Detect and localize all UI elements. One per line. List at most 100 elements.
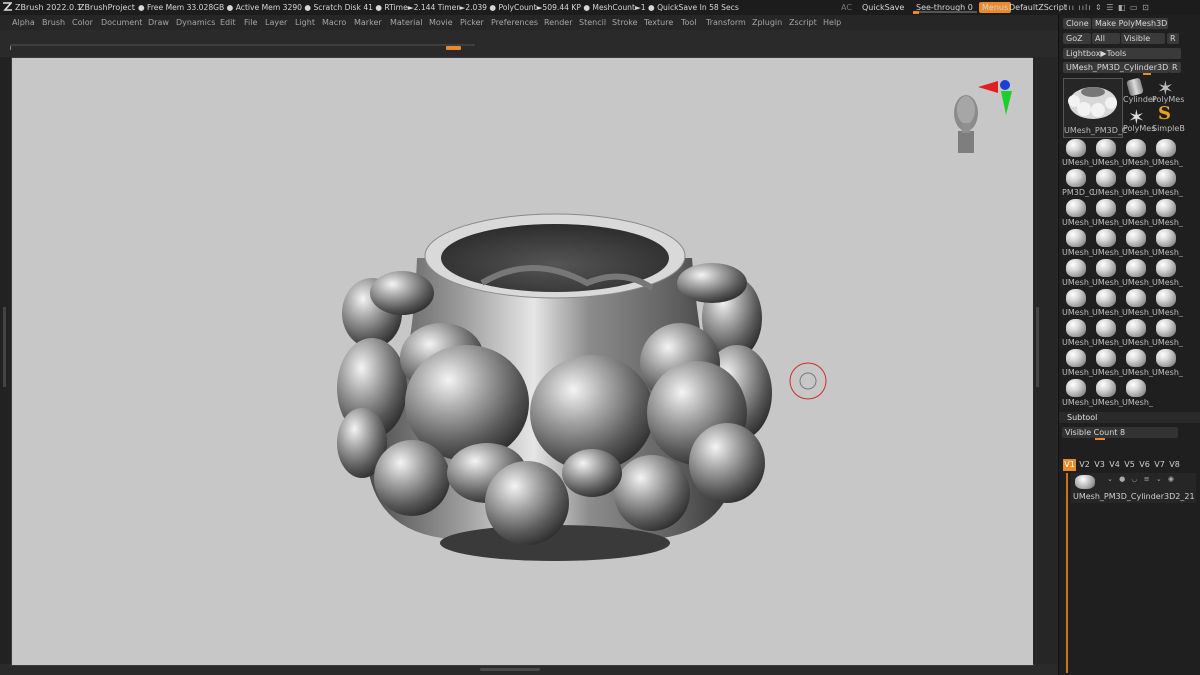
subtool-visibility-icons[interactable]: ⌄ ● ◡ ≡ ⌄ ◉ bbox=[1107, 475, 1176, 483]
viewport-canvas[interactable] bbox=[11, 57, 1034, 666]
subtool-header[interactable]: Subtool bbox=[1059, 412, 1200, 423]
version-button-v5[interactable]: V5 bbox=[1123, 459, 1136, 471]
menu-texture[interactable]: Texture bbox=[644, 18, 673, 27]
version-button-v8[interactable]: V8 bbox=[1168, 459, 1181, 471]
tool-thumb[interactable]: UMesh_ bbox=[1062, 137, 1093, 167]
goz-button[interactable]: GoZ bbox=[1063, 33, 1091, 44]
tool-thumb[interactable]: UMesh_ bbox=[1062, 287, 1093, 317]
visible-button[interactable]: Visible bbox=[1121, 33, 1165, 44]
r-button[interactable]: R bbox=[1167, 33, 1179, 44]
menu-movie[interactable]: Movie bbox=[429, 18, 453, 27]
all-button[interactable]: All bbox=[1092, 33, 1120, 44]
clone-button[interactable]: Clone bbox=[1063, 18, 1091, 29]
tool-thumb[interactable]: UMesh_ bbox=[1122, 377, 1153, 407]
main-tool-thumbnail[interactable]: UMesh_PM3D_C bbox=[1063, 78, 1127, 138]
tool-thumb[interactable]: UMesh_ bbox=[1092, 287, 1123, 317]
lightbox-tools-button[interactable]: Lightbox▶Tools bbox=[1063, 48, 1181, 59]
quicksave-button[interactable]: QuickSave bbox=[862, 3, 904, 12]
tool-thumb[interactable]: UMesh_ bbox=[1122, 317, 1153, 347]
tool-thumb[interactable]: UMesh_ bbox=[1062, 257, 1093, 287]
tool-thumb[interactable]: UMesh_ bbox=[1062, 197, 1093, 227]
menu-draw[interactable]: Draw bbox=[148, 18, 169, 27]
menu-picker[interactable]: Picker bbox=[460, 18, 484, 27]
tool-thumb[interactable]: UMesh_ bbox=[1122, 197, 1153, 227]
version-button-v2[interactable]: V2 bbox=[1078, 459, 1091, 471]
tool-thumb[interactable]: PM3D_C bbox=[1062, 167, 1094, 197]
tool-thumb[interactable]: UMesh_ bbox=[1092, 197, 1123, 227]
tool-thumb[interactable]: UMesh_ bbox=[1092, 257, 1123, 287]
version-button-v3[interactable]: V3 bbox=[1093, 459, 1106, 471]
menu-stencil[interactable]: Stencil bbox=[579, 18, 606, 27]
tool-thumb[interactable]: UMesh_ bbox=[1122, 347, 1153, 377]
subtool-item[interactable]: ⌄ ● ◡ ≡ ⌄ ◉ UMesh_PM3D_Cylinder3D2_21 bbox=[1071, 473, 1196, 503]
version-button-v1[interactable]: V1 bbox=[1063, 459, 1076, 471]
tool-thumb[interactable]: UMesh_ bbox=[1122, 227, 1153, 257]
tool-thumb[interactable]: UMesh_ bbox=[1152, 347, 1183, 377]
current-tool-slider[interactable]: UMesh_PM3D_Cylinder3D2_2 bbox=[1063, 62, 1169, 73]
tool-thumb[interactable]: UMesh_ bbox=[1092, 377, 1123, 407]
make-polymesh-button[interactable]: Make PolyMesh3D bbox=[1092, 18, 1168, 29]
menu-file[interactable]: File bbox=[244, 18, 257, 27]
bottom-tray-handle[interactable] bbox=[480, 668, 540, 671]
tool-thumb[interactable]: UMesh_ bbox=[1152, 227, 1183, 257]
menu-dynamics[interactable]: Dynamics bbox=[176, 18, 215, 27]
tool-thumb[interactable]: UMesh_ bbox=[1062, 317, 1093, 347]
left-tray[interactable] bbox=[0, 57, 11, 664]
right-tray[interactable] bbox=[1033, 57, 1057, 664]
menu-render[interactable]: Render bbox=[544, 18, 572, 27]
menu-layer[interactable]: Layer bbox=[265, 18, 287, 27]
menu-help[interactable]: Help bbox=[823, 18, 841, 27]
tool-thumb[interactable]: UMesh_ bbox=[1092, 317, 1123, 347]
tool-thumb[interactable]: UMesh_ bbox=[1152, 167, 1183, 197]
visible-count-slider[interactable]: Visible Count 8 bbox=[1062, 427, 1178, 438]
tool-thumb[interactable]: UMesh_ bbox=[1152, 317, 1183, 347]
shelf-scroll-marker[interactable] bbox=[446, 46, 461, 50]
menu-color[interactable]: Color bbox=[72, 18, 93, 27]
version-button-v7[interactable]: V7 bbox=[1153, 459, 1166, 471]
menu-edit[interactable]: Edit bbox=[220, 18, 236, 27]
window-controls-icon[interactable]: ⁞ıı ıılı ⇕ ☰ ◧ ▭ ⊡ bbox=[1065, 3, 1150, 12]
polymesh-star-thumb-2[interactable]: ✶ PolyMes bbox=[1123, 105, 1155, 135]
tool-thumb[interactable]: UMesh_ bbox=[1152, 137, 1183, 167]
polymesh-star-thumb[interactable]: ✶ PolyMes bbox=[1152, 76, 1184, 106]
menu-alpha[interactable]: Alpha bbox=[12, 18, 35, 27]
tool-thumb[interactable]: UMesh_ bbox=[1122, 167, 1153, 197]
see-through-track[interactable] bbox=[913, 11, 977, 14]
menu-macro[interactable]: Macro bbox=[322, 18, 346, 27]
project-name[interactable]: ZBrushProject bbox=[79, 3, 135, 12]
tool-thumb[interactable]: UMesh_ bbox=[1152, 287, 1183, 317]
menu-transform[interactable]: Transform bbox=[706, 18, 746, 27]
menu-light[interactable]: Light bbox=[295, 18, 315, 27]
tool-thumb[interactable]: UMesh_ bbox=[1122, 137, 1153, 167]
cylinder-thumb[interactable]: Cylinder bbox=[1123, 77, 1156, 106]
tool-thumb[interactable]: UMesh_ bbox=[1152, 257, 1183, 287]
version-button-v6[interactable]: V6 bbox=[1138, 459, 1151, 471]
tool-thumb[interactable]: UMesh_ bbox=[1062, 227, 1093, 257]
menu-document[interactable]: Document bbox=[101, 18, 142, 27]
simplebrush-thumb[interactable]: S SimpleB bbox=[1152, 103, 1185, 135]
tool-thumb[interactable]: UMesh_ bbox=[1092, 347, 1123, 377]
menu-material[interactable]: Material bbox=[390, 18, 423, 27]
menus-toggle[interactable]: Menus bbox=[979, 2, 1012, 13]
default-zscript-button[interactable]: DefaultZScript bbox=[1009, 3, 1067, 12]
tool-thumb[interactable]: UMesh_ bbox=[1122, 287, 1153, 317]
menu-marker[interactable]: Marker bbox=[354, 18, 382, 27]
version-button-v4[interactable]: V4 bbox=[1108, 459, 1121, 471]
menu-tool[interactable]: Tool bbox=[681, 18, 697, 27]
tool-thumb[interactable]: UMesh_ bbox=[1092, 137, 1123, 167]
menu-zscript[interactable]: Zscript bbox=[789, 18, 817, 27]
left-tray-handle[interactable] bbox=[3, 307, 6, 387]
current-r-button[interactable]: R bbox=[1169, 62, 1181, 73]
tool-thumb[interactable]: UMesh_ bbox=[1062, 347, 1093, 377]
tool-thumb[interactable]: UMesh_ bbox=[1092, 227, 1123, 257]
tool-thumb[interactable]: UMesh_ bbox=[1122, 257, 1153, 287]
menu-preferences[interactable]: Preferences bbox=[491, 18, 538, 27]
tool-thumb[interactable]: UMesh_ bbox=[1062, 377, 1093, 407]
tool-thumb[interactable]: UMesh_ bbox=[1092, 167, 1123, 197]
ac-button[interactable]: AC bbox=[841, 3, 852, 12]
right-tray-handle[interactable] bbox=[1036, 307, 1039, 387]
orientation-gizmo-icon[interactable] bbox=[946, 77, 1016, 157]
menu-brush[interactable]: Brush bbox=[42, 18, 65, 27]
menu-stroke[interactable]: Stroke bbox=[612, 18, 638, 27]
menu-zplugin[interactable]: Zplugin bbox=[752, 18, 782, 27]
